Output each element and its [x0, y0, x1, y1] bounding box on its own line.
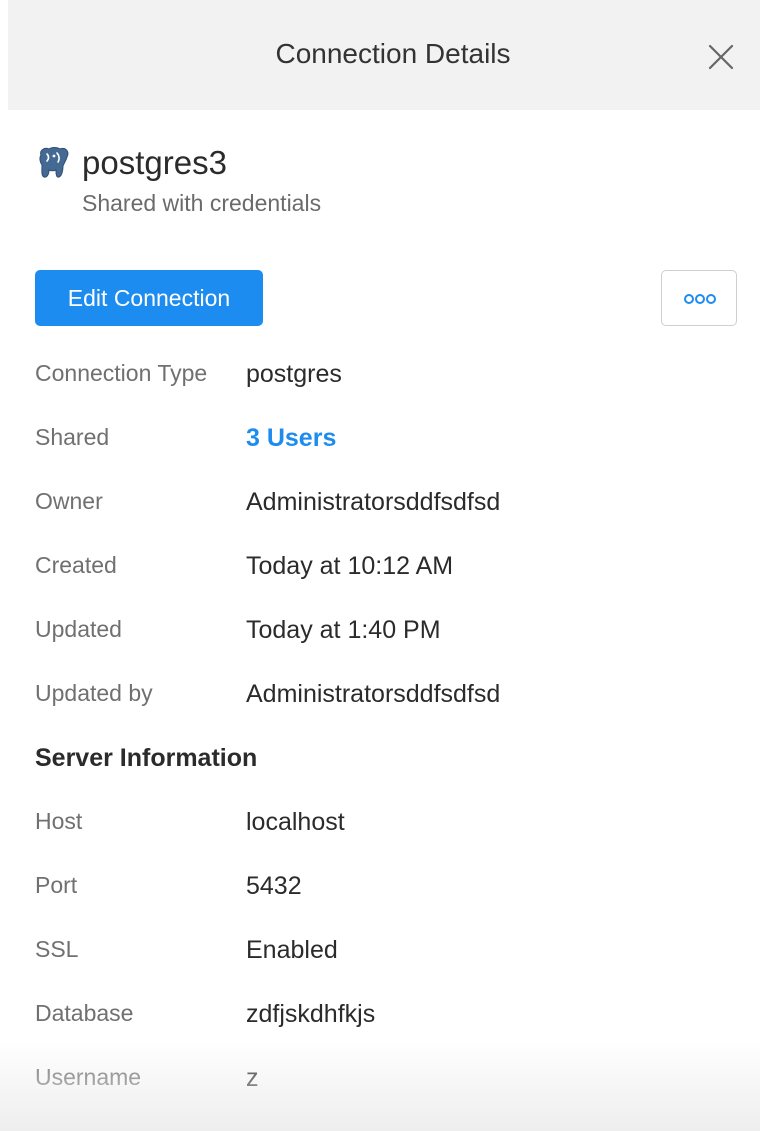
server-label: Port [35, 872, 78, 898]
server-label: Username [35, 1064, 142, 1090]
detail-label: Connection Type [35, 360, 208, 386]
server-row-database: Database zdfjskdhfkjs [0, 1000, 760, 1040]
close-icon [708, 44, 734, 70]
panel-header: Connection Details [8, 0, 760, 110]
detail-value: Administratorsddfsdfsd [246, 680, 501, 708]
detail-label: Updated [35, 616, 122, 642]
server-row-ssl: SSL Enabled [0, 936, 760, 976]
panel-title: Connection Details [275, 38, 511, 69]
server-label: Database [35, 1000, 134, 1026]
shared-users-link[interactable]: 3 Users [246, 424, 336, 453]
detail-row-connection-type: Connection Type postgres [0, 360, 760, 400]
detail-label: Updated by [35, 680, 153, 706]
connection-details-panel: Connection Details postgres3 Shared with… [0, 0, 760, 1131]
server-label: SSL [35, 936, 79, 962]
postgres-elephant-icon [35, 146, 71, 180]
connection-name: postgres3 [82, 144, 227, 181]
detail-row-created: Created Today at 10:12 AM [0, 552, 760, 592]
close-button[interactable] [704, 40, 738, 74]
server-row-host: Host localhost [0, 808, 760, 848]
detail-value: Today at 1:40 PM [246, 616, 441, 644]
more-options-icon [684, 294, 716, 304]
detail-row-shared: Shared 3 Users [0, 424, 760, 464]
detail-row-updated: Updated Today at 1:40 PM [0, 616, 760, 656]
detail-label: Shared [35, 424, 110, 450]
server-value: zdfjskdhfkjs [246, 1000, 376, 1028]
server-value: 5432 [246, 872, 302, 900]
detail-value: Administratorsddfsdfsd [246, 488, 501, 516]
server-value: localhost [246, 808, 345, 836]
server-row-username: Username z [0, 1064, 760, 1104]
detail-row-owner: Owner Administratorsddfsdfsd [0, 488, 760, 528]
detail-value: Today at 10:12 AM [246, 552, 454, 580]
server-value: z [246, 1064, 259, 1092]
server-label: Host [35, 808, 83, 834]
detail-label: Owner [35, 488, 103, 514]
connection-subtitle: Shared with credentials [82, 190, 322, 216]
server-information-heading: Server Information [35, 744, 258, 772]
detail-label: Created [35, 552, 117, 578]
more-options-button[interactable] [661, 270, 737, 326]
edit-connection-button[interactable]: Edit Connection [35, 270, 263, 326]
detail-value: postgres [246, 360, 342, 388]
server-row-port: Port 5432 [0, 872, 760, 912]
detail-row-updated-by: Updated by Administratorsddfsdfsd [0, 680, 760, 720]
server-value: Enabled [246, 936, 338, 964]
